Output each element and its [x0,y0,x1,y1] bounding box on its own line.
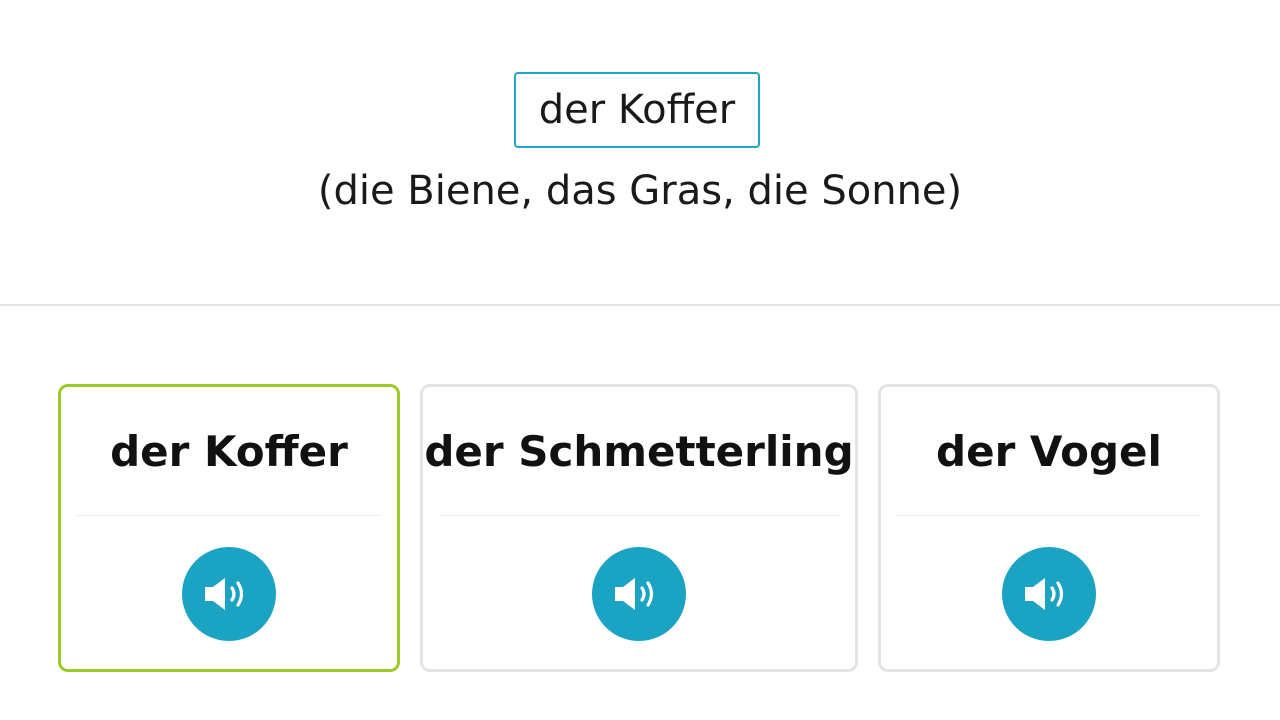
choice-card-koffer[interactable]: der Koffer [58,384,400,672]
card-divider [439,515,839,516]
divider [0,304,1280,306]
speaker-icon [615,578,654,610]
choice-card-vogel[interactable]: der Vogel [878,384,1220,672]
card-divider [77,515,381,516]
speaker-icon [205,578,244,610]
play-audio-button[interactable] [592,547,686,641]
prompt-area: der Koffer (die Biene, das Gras, die Son… [0,0,1280,304]
choice-word: der Koffer [110,427,348,476]
answer-box[interactable]: der Koffer [514,72,760,148]
hint-text: (die Biene, das Gras, die Sonne) [317,168,963,214]
play-audio-button[interactable] [1002,547,1096,641]
choice-word: der Vogel [936,427,1162,476]
play-audio-button[interactable] [182,547,276,641]
speaker-icon [1025,578,1064,610]
card-divider [897,515,1201,516]
choice-word: der Schmetterling [424,427,854,476]
choice-card-schmetterling[interactable]: der Schmetterling [420,384,858,672]
